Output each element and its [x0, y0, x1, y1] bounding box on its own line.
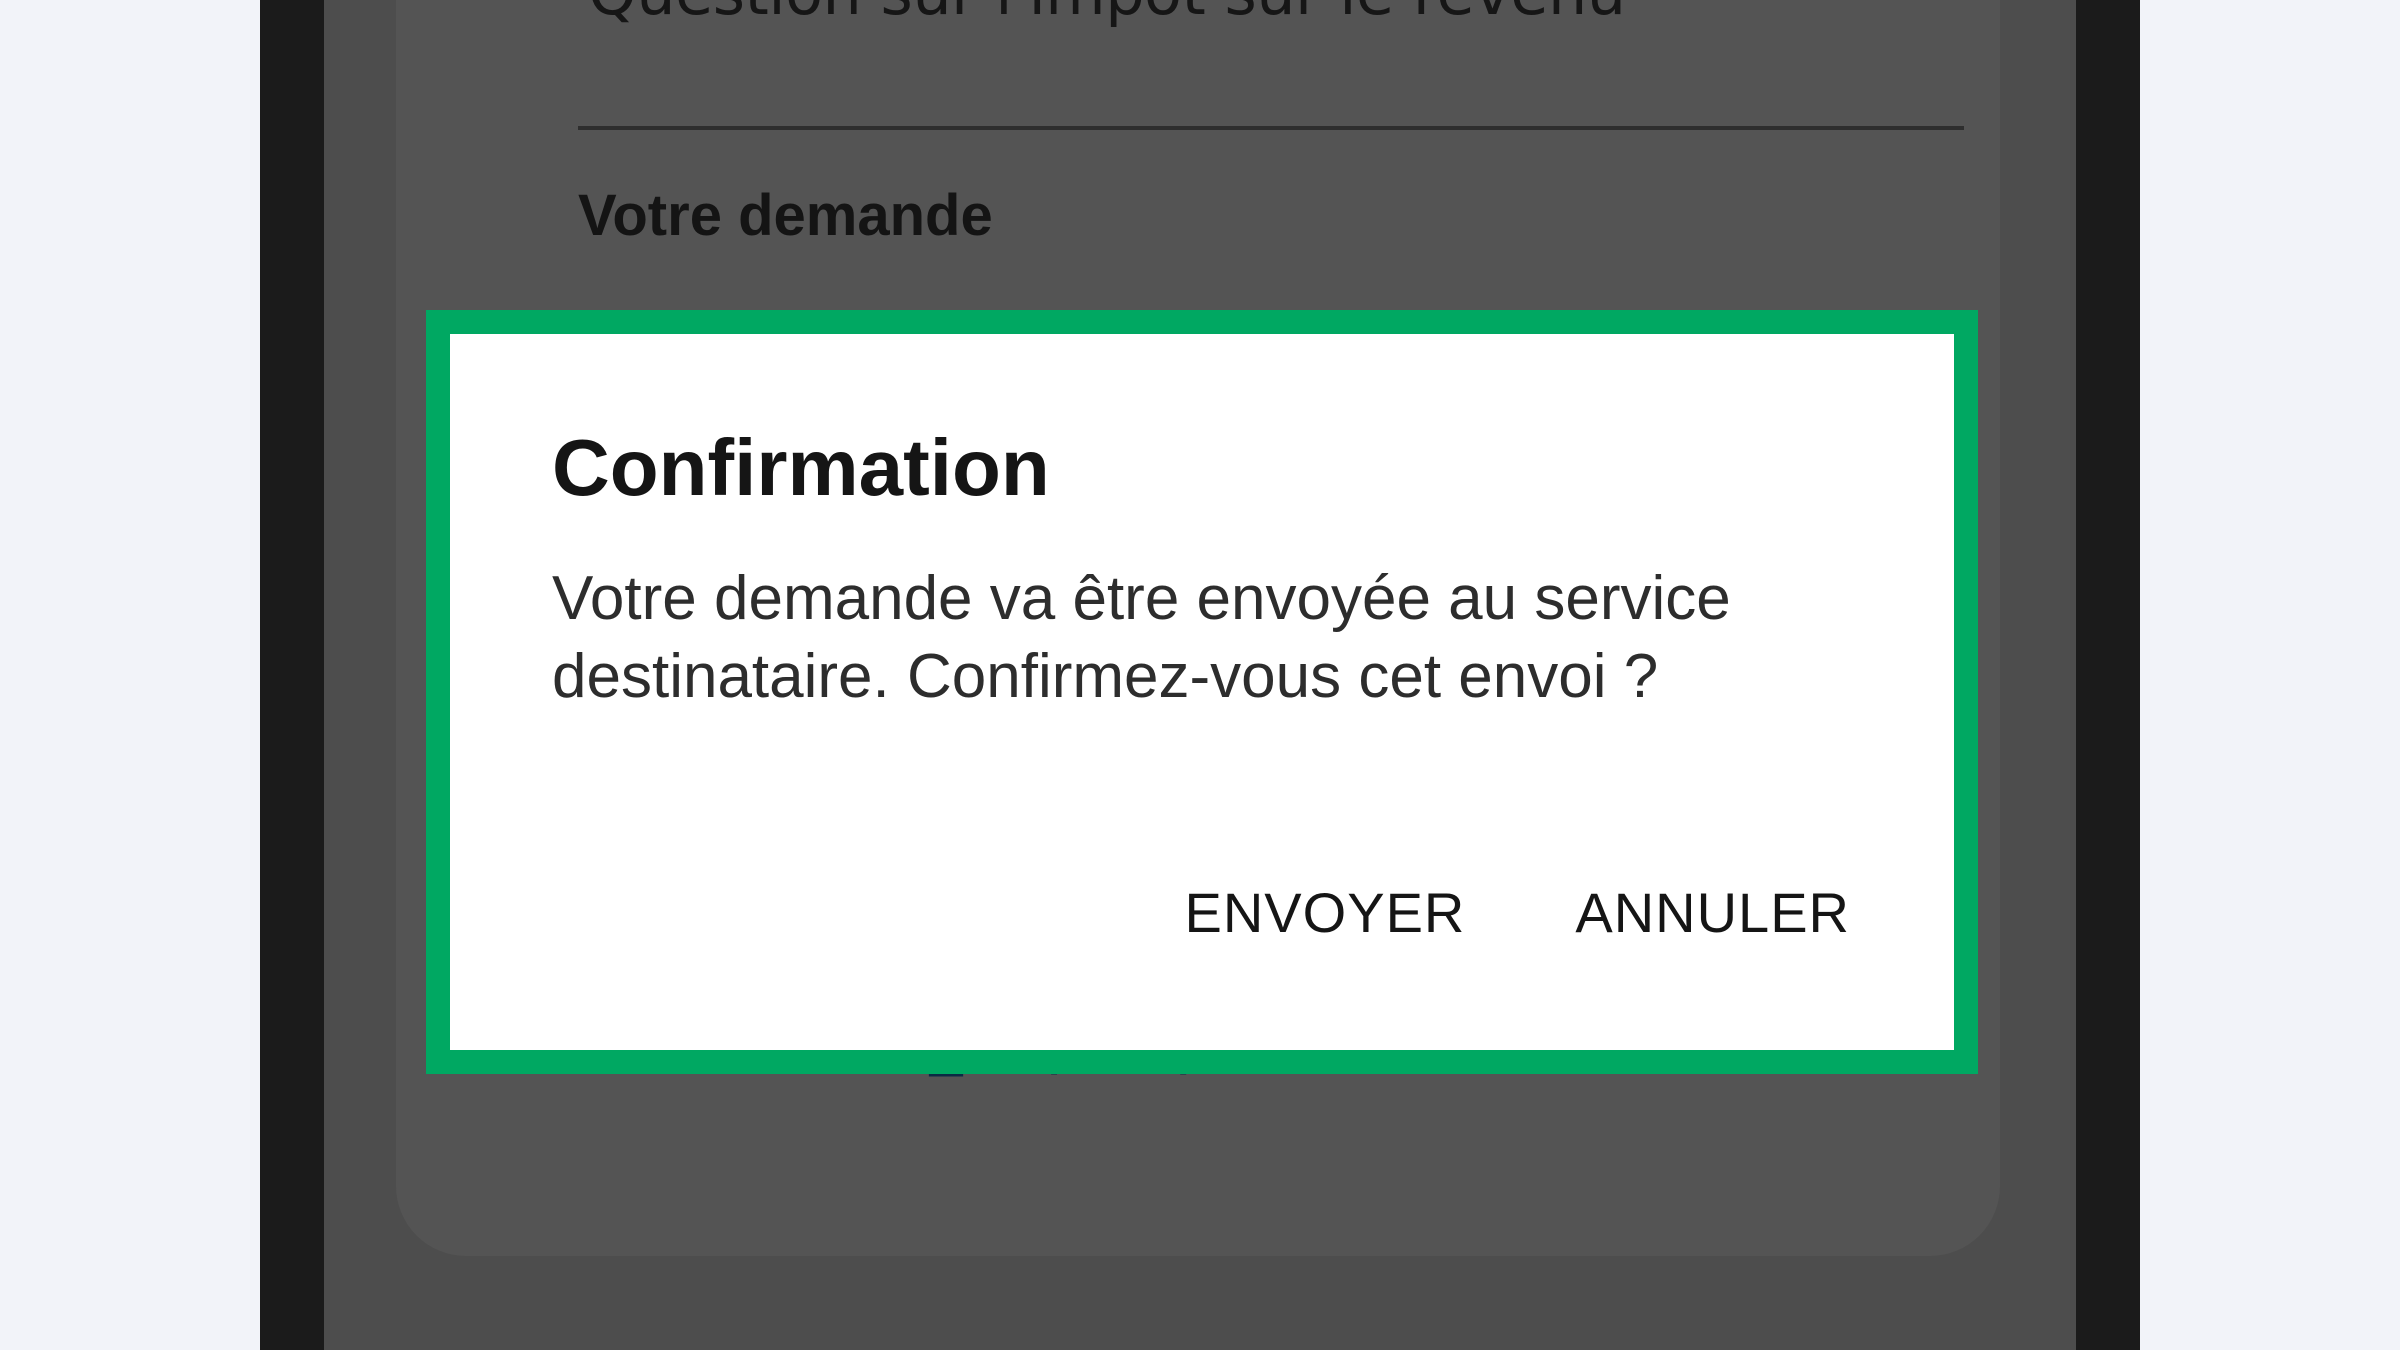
dialog-actions: ENVOYER ANNULER: [1185, 880, 1850, 945]
cancel-button[interactable]: ANNULER: [1575, 880, 1850, 945]
confirmation-dialog: Confirmation Votre demande va être envoy…: [450, 334, 1954, 1050]
page-background: Question sur l'impôt sur le revenu Votre…: [0, 0, 2400, 1350]
subject-field-underline: [578, 126, 1964, 130]
subject-field-value: Question sur l'impôt sur le revenu: [588, 0, 1626, 29]
request-field-label: Votre demande: [578, 183, 993, 248]
dialog-message: Votre demande va être envoyée au service…: [552, 564, 1731, 711]
send-button[interactable]: ENVOYER: [1185, 880, 1466, 945]
dialog-title: Confirmation: [552, 423, 1050, 512]
